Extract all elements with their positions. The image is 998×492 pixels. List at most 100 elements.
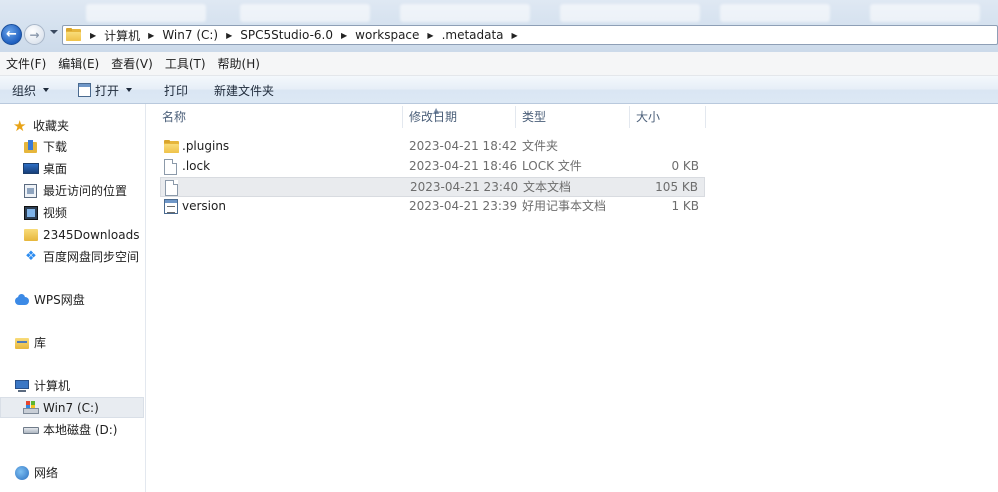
new-folder-label: 新建文件夹: [214, 83, 275, 98]
sidebar-item-label: 2345Downloads: [43, 227, 140, 242]
folder-icon: [23, 227, 39, 243]
folder-icon: [66, 28, 82, 42]
breadcrumb-spc5studio[interactable]: SPC5Studio-6.0: [235, 28, 338, 42]
chevron-right-icon[interactable]: ▶: [87, 31, 99, 40]
back-button[interactable]: ←: [1, 24, 22, 45]
sidebar-item-drive-d[interactable]: 本地磁盘 (D:): [0, 419, 144, 440]
address-bar[interactable]: ▶ 计算机 ▶ Win7 (C:) ▶ SPC5Studio-6.0 ▶ wor…: [62, 25, 998, 45]
sidebar-item-desktop[interactable]: 桌面: [0, 158, 144, 179]
breadcrumb: ▶ 计算机 ▶ Win7 (C:) ▶ SPC5Studio-6.0 ▶ wor…: [87, 26, 521, 44]
file-icon: [165, 180, 180, 196]
file-type: 好用记事本文档: [522, 199, 607, 213]
recent-pages-dropdown[interactable]: [50, 30, 58, 34]
notepad-icon: [78, 83, 91, 97]
sidebar-item-downloads[interactable]: 下载: [0, 136, 144, 157]
sidebar-item-drive-c[interactable]: Win7 (C:): [0, 397, 144, 418]
sidebar-item-favorites[interactable]: ★ 收藏夹: [0, 115, 144, 136]
sidebar-item-libraries[interactable]: 库: [0, 332, 144, 353]
file-icon: [164, 159, 179, 175]
background-tab: [720, 4, 830, 22]
column-header-date[interactable]: 修改日期: [403, 104, 515, 130]
sidebar-item-wps[interactable]: WPS网盘: [0, 289, 144, 310]
sidebar-item-recent[interactable]: 最近访问的位置: [0, 180, 144, 201]
sidebar-item-label: 收藏夹: [33, 119, 70, 133]
computer-icon: [14, 378, 30, 394]
sidebar-item-label: WPS网盘: [34, 293, 85, 307]
column-header-size[interactable]: 大小: [630, 104, 705, 130]
video-icon: [23, 205, 39, 221]
file-row-lock[interactable]: .lock 2023-04-21 18:46 LOCK 文件 0 KB: [160, 157, 705, 177]
file-row-plugins[interactable]: .plugins 2023-04-21 18:42 文件夹: [160, 137, 705, 157]
sidebar-item-label: 本地磁盘 (D:): [43, 423, 118, 437]
menu-bar: 文件(F) 编辑(E) 查看(V) 工具(T) 帮助(H): [0, 52, 998, 76]
recent-places-icon: [23, 183, 39, 199]
column-header-bar: 名称 ▲ 修改日期 类型 大小: [156, 104, 716, 130]
chevron-right-icon[interactable]: ▶: [509, 31, 521, 40]
sidebar-item-videos[interactable]: 视频: [0, 202, 144, 223]
sidebar-item-label: 视频: [43, 206, 68, 220]
sidebar-item-label: Win7 (C:): [43, 400, 99, 415]
print-label: 打印: [164, 83, 189, 98]
breadcrumb-metadata[interactable]: .metadata: [437, 28, 509, 42]
command-bar: 组织 打开 打印 新建文件夹: [0, 76, 998, 104]
breadcrumb-workspace[interactable]: workspace: [350, 28, 424, 42]
organize-button[interactable]: 组织: [12, 76, 50, 104]
folder-icon: [164, 139, 179, 155]
chevron-right-icon[interactable]: ▶: [223, 31, 235, 40]
sidebar-item-2345downloads[interactable]: 2345Downloads: [0, 224, 144, 245]
file-row-version[interactable]: version 2023-04-21 23:39 好用记事本文档 1 KB: [160, 197, 705, 217]
open-button[interactable]: 打开: [78, 76, 133, 104]
column-header-name[interactable]: 名称: [156, 104, 402, 130]
desktop-icon: [23, 161, 39, 177]
sidebar-item-label: 桌面: [43, 162, 68, 176]
file-date: 2023-04-21 23:40: [410, 180, 519, 194]
chevron-right-icon[interactable]: ▶: [424, 31, 436, 40]
file-type: 文件夹: [522, 139, 559, 153]
background-tab: [240, 4, 370, 22]
menu-view[interactable]: 查看(V): [105, 55, 159, 72]
file-date: 2023-04-21 23:39: [409, 199, 518, 213]
column-header-type[interactable]: 类型: [516, 104, 629, 130]
chevron-down-icon: [43, 88, 50, 92]
sidebar-item-baidu[interactable]: ❖ 百度网盘同步空间: [0, 246, 144, 267]
background-tab: [560, 4, 700, 22]
forward-button[interactable]: →: [24, 24, 45, 45]
sidebar-item-label: 最近访问的位置: [43, 184, 128, 198]
breadcrumb-computer[interactable]: 计算机: [99, 27, 145, 44]
menu-help[interactable]: 帮助(H): [212, 55, 266, 72]
menu-edit[interactable]: 编辑(E): [52, 55, 105, 72]
file-date: 2023-04-21 18:46: [409, 159, 518, 173]
star-icon: ★: [13, 116, 27, 135]
file-size: 1 KB: [671, 199, 699, 213]
sidebar-item-label: 网络: [34, 466, 59, 480]
navigation-pane: ★ 收藏夹 下载 桌面 最近访问的位置 视频 2345Downloads ❖ 百…: [0, 104, 146, 492]
cloud-icon: [14, 292, 30, 308]
sidebar-item-label: 库: [34, 336, 47, 350]
file-name: .lock: [182, 159, 211, 173]
file-row-selected[interactable]: 2023-04-21 23:40 文本文档 105 KB: [160, 177, 705, 197]
new-folder-button[interactable]: 新建文件夹: [214, 76, 274, 104]
sidebar-item-label: 下载: [43, 140, 68, 154]
column-divider[interactable]: [705, 106, 706, 128]
sidebar-item-network[interactable]: 网络: [0, 462, 144, 483]
sidebar-item-computer[interactable]: 计算机: [0, 375, 144, 396]
chevron-right-icon[interactable]: ▶: [145, 31, 157, 40]
sidebar-item-label: 计算机: [34, 379, 71, 393]
menu-tools[interactable]: 工具(T): [159, 55, 212, 72]
file-name: .plugins: [182, 139, 230, 153]
breadcrumb-drive-c[interactable]: Win7 (C:): [157, 28, 223, 42]
background-tab: [400, 4, 530, 22]
drive-icon: [23, 422, 39, 438]
file-type: 文本文档: [523, 180, 572, 194]
file-size: 105 KB: [655, 180, 698, 194]
download-folder-icon: [23, 139, 39, 155]
background-tab: [870, 4, 980, 22]
menu-file[interactable]: 文件(F): [0, 55, 52, 72]
open-label: 打开: [95, 83, 120, 98]
library-icon: [14, 335, 30, 351]
notepad-icon: [164, 199, 179, 215]
chevron-right-icon[interactable]: ▶: [338, 31, 350, 40]
chevron-down-icon: [126, 88, 133, 92]
sidebar-item-label: 百度网盘同步空间: [43, 250, 140, 264]
print-button[interactable]: 打印: [164, 76, 188, 104]
